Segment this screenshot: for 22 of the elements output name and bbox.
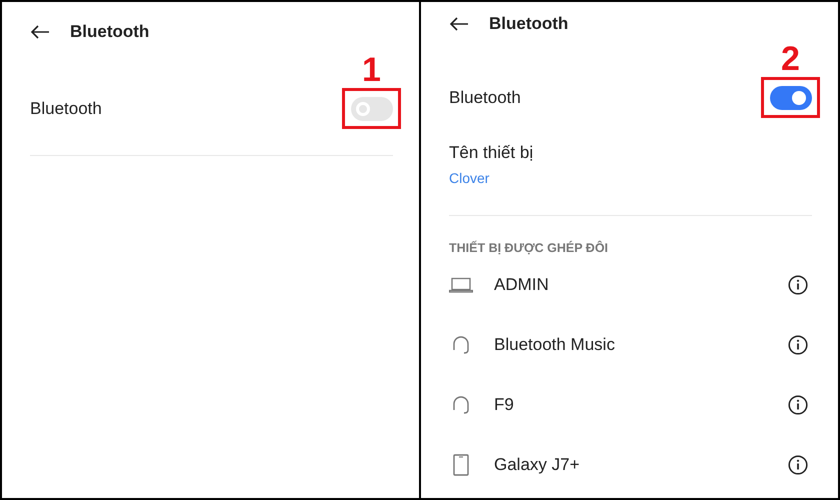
device-name[interactable]: Bluetooth Music <box>494 335 788 355</box>
device-name[interactable]: F9 <box>494 395 788 415</box>
setting-label: Bluetooth <box>449 88 521 108</box>
setting-label: Tên thiết bị <box>449 143 534 163</box>
info-icon[interactable] <box>788 455 808 475</box>
toggle-switch[interactable] <box>770 86 812 110</box>
annotation-number: 1 <box>362 53 381 87</box>
device-name[interactable]: ADMIN <box>494 275 788 295</box>
info-icon[interactable] <box>788 395 808 415</box>
laptop-icon <box>449 277 473 293</box>
setting-label: Bluetooth <box>30 98 102 118</box>
screen-title: Bluetooth <box>70 22 150 42</box>
info-icon[interactable] <box>788 275 808 295</box>
screen-title: Bluetooth <box>489 14 568 34</box>
device-name[interactable]: Galaxy J7+ <box>494 455 788 475</box>
annotation-number: 2 <box>781 42 800 76</box>
device-name-value[interactable]: Clover <box>449 170 490 186</box>
info-icon[interactable] <box>788 335 808 355</box>
back-arrow-icon[interactable] <box>449 17 469 31</box>
section-heading: THIẾT BỊ ĐƯỢC GHÉP ĐÔI <box>449 241 608 255</box>
back-arrow-icon[interactable] <box>30 25 50 39</box>
toggle-switch[interactable] <box>350 96 392 120</box>
